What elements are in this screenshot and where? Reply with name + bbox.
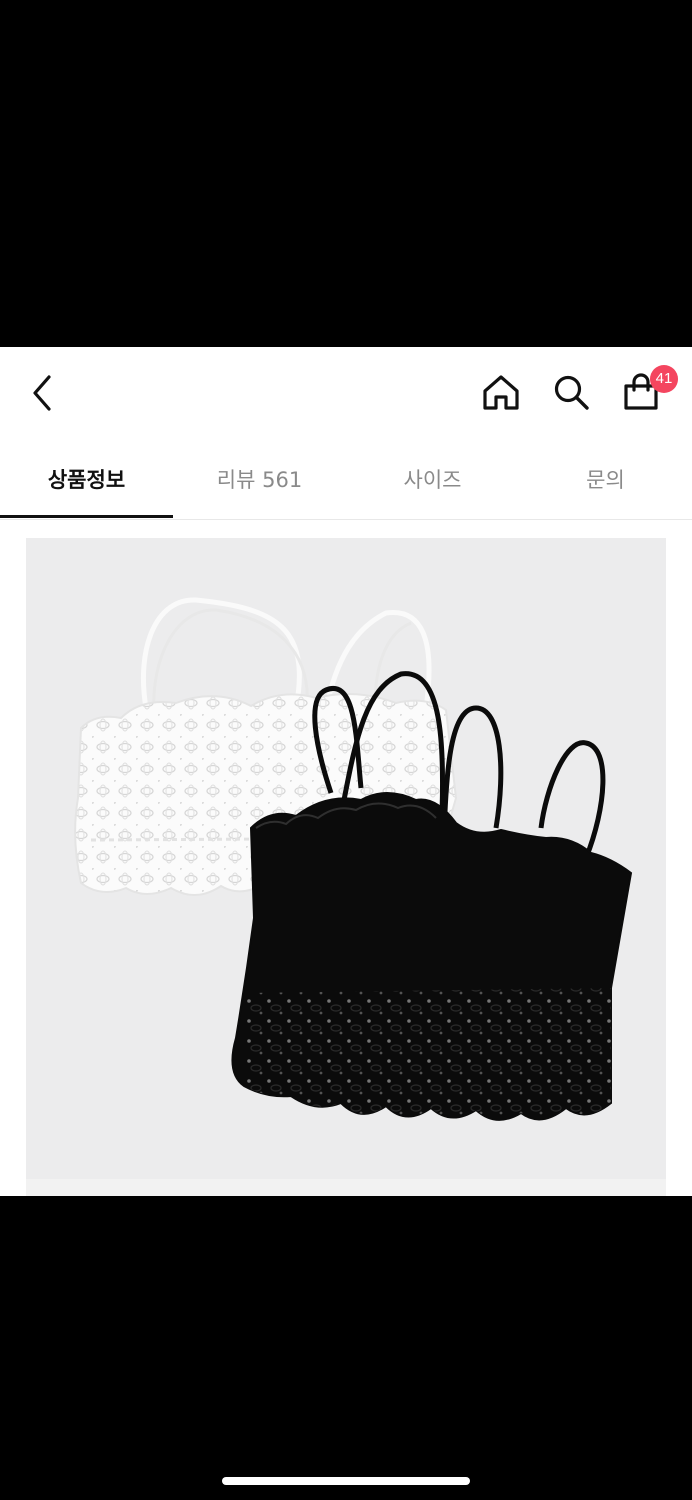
lace-bralettes-photo <box>26 538 666 1179</box>
app-panel: 41 상품정보 리뷰 561 사이즈 문의 <box>0 347 692 1196</box>
active-tab-indicator <box>0 515 173 518</box>
tab-product-info[interactable]: 상품정보 <box>0 439 173 519</box>
product-tab-bar: 상품정보 리뷰 561 사이즈 문의 <box>0 439 692 520</box>
home-indicator[interactable] <box>222 1477 470 1485</box>
tab-reviews[interactable]: 리뷰 561 <box>173 439 346 519</box>
back-button[interactable] <box>22 369 62 417</box>
chevron-left-icon <box>33 375 51 411</box>
tab-size[interactable]: 사이즈 <box>346 439 519 519</box>
home-button[interactable] <box>478 369 524 415</box>
top-letterbox <box>0 0 692 347</box>
search-icon <box>554 375 589 410</box>
top-app-bar: 41 <box>0 347 692 439</box>
next-image-edge <box>26 1179 666 1196</box>
home-icon <box>483 375 519 410</box>
product-image <box>26 538 666 1179</box>
search-button[interactable] <box>548 369 594 415</box>
tab-inquiry[interactable]: 문의 <box>519 439 692 519</box>
cart-count-badge: 41 <box>650 365 678 393</box>
